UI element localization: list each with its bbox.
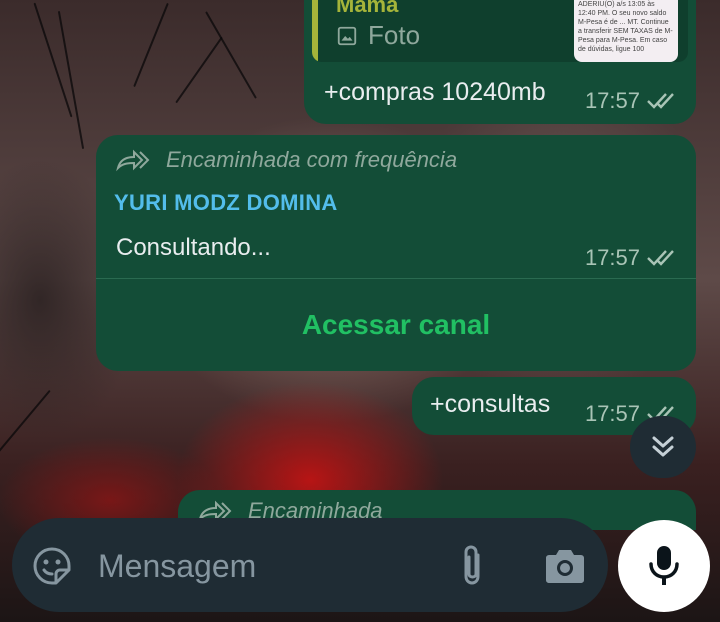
- double-check-icon: [647, 250, 674, 266]
- quoted-message[interactable]: Mama Foto ADERIU(O) a/s 13:05 às 12:40 P…: [312, 0, 688, 62]
- sender-name[interactable]: YURI MODZ DOMINA: [114, 190, 338, 216]
- scroll-to-bottom-button[interactable]: [630, 416, 696, 478]
- message-text: Consultando...: [116, 234, 271, 261]
- image-icon: [337, 26, 357, 45]
- quoted-author: Mama: [336, 0, 399, 17]
- message-time: 17:57: [584, 88, 640, 113]
- camera-icon[interactable]: [542, 546, 588, 586]
- forwarded-indicator: Encaminhada com frequência: [116, 147, 457, 173]
- quote-accent-bar: [312, 0, 318, 62]
- outgoing-message[interactable]: Mama Foto ADERIU(O) a/s 13:05 às 12:40 P…: [304, 0, 696, 124]
- voice-message-button[interactable]: [618, 520, 710, 612]
- microphone-icon: [649, 546, 679, 585]
- thumbnail-text: ADERIU(O) a/s 13:05 às 12:40 PM. O seu n…: [578, 1, 673, 53]
- message-time: 17:57: [584, 245, 640, 270]
- sticker-icon[interactable]: [32, 546, 72, 586]
- message-input[interactable]: Mensagem: [98, 548, 256, 585]
- message-text: +compras 10240mb: [324, 78, 546, 106]
- message-text: +consultas: [430, 390, 551, 418]
- open-channel-button[interactable]: Acessar canal: [96, 279, 696, 371]
- quoted-type: Foto: [336, 20, 420, 51]
- message-time: 17:57: [584, 401, 640, 426]
- quoted-thumbnail: ADERIU(O) a/s 13:05 às 12:40 PM. O seu n…: [574, 0, 678, 62]
- forward-arrow-icon: [116, 149, 150, 172]
- quoted-type-label: Foto: [368, 20, 421, 50]
- paperclip-icon[interactable]: [452, 543, 492, 589]
- message-composer[interactable]: Mensagem: [12, 518, 608, 612]
- double-chevron-down-icon: [652, 436, 674, 457]
- double-check-icon: [647, 93, 674, 109]
- message-meta: 17:57: [585, 245, 680, 271]
- message-meta: 17:57: [585, 88, 680, 114]
- forwarded-message[interactable]: Encaminhada com frequência YURI MODZ DOM…: [96, 135, 696, 371]
- forwarded-label: Encaminhada com frequência: [166, 147, 458, 172]
